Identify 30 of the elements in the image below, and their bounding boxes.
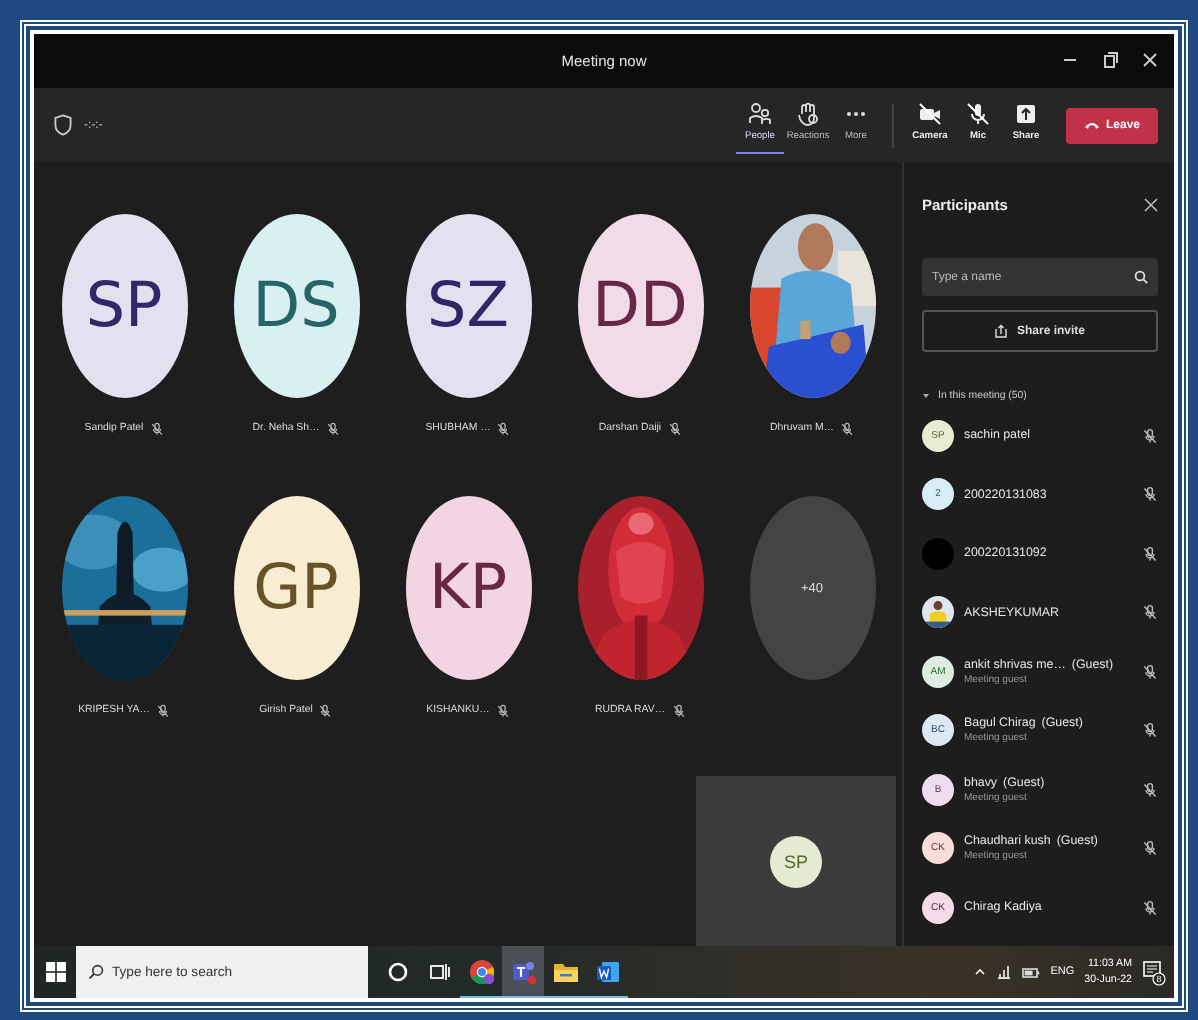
network-icon[interactable] (996, 964, 1013, 980)
hand-icon (795, 102, 820, 126)
task-view-icon (427, 959, 451, 983)
restore-icon[interactable] (1102, 52, 1118, 68)
avatar: DS (233, 214, 359, 398)
search-icon (1134, 270, 1148, 284)
search-icon (88, 964, 104, 980)
caret-icon[interactable] (922, 392, 930, 400)
avatar: DD (577, 214, 703, 398)
teams-icon (509, 957, 537, 985)
chrome-icon (467, 957, 495, 985)
shield-icon (54, 114, 72, 136)
close-icon[interactable] (1144, 197, 1158, 211)
word-icon (593, 957, 621, 985)
people-icon (747, 101, 772, 125)
cortana-icon (385, 959, 409, 983)
avatar: SP (61, 214, 187, 398)
battery-icon[interactable] (1022, 965, 1041, 979)
phone-icon (1083, 120, 1100, 130)
avatar: GP (233, 496, 359, 680)
chevron-up-icon[interactable] (974, 966, 987, 978)
mic-off-icon (965, 102, 990, 126)
avatar: KP (405, 496, 531, 680)
camera-off-icon (917, 102, 942, 126)
avatar: SP (770, 835, 822, 887)
close-icon[interactable] (1142, 52, 1158, 68)
share-icon (994, 324, 1009, 338)
windows-icon[interactable] (45, 962, 65, 982)
avatar: SZ (405, 214, 531, 398)
share-icon (1013, 102, 1038, 126)
